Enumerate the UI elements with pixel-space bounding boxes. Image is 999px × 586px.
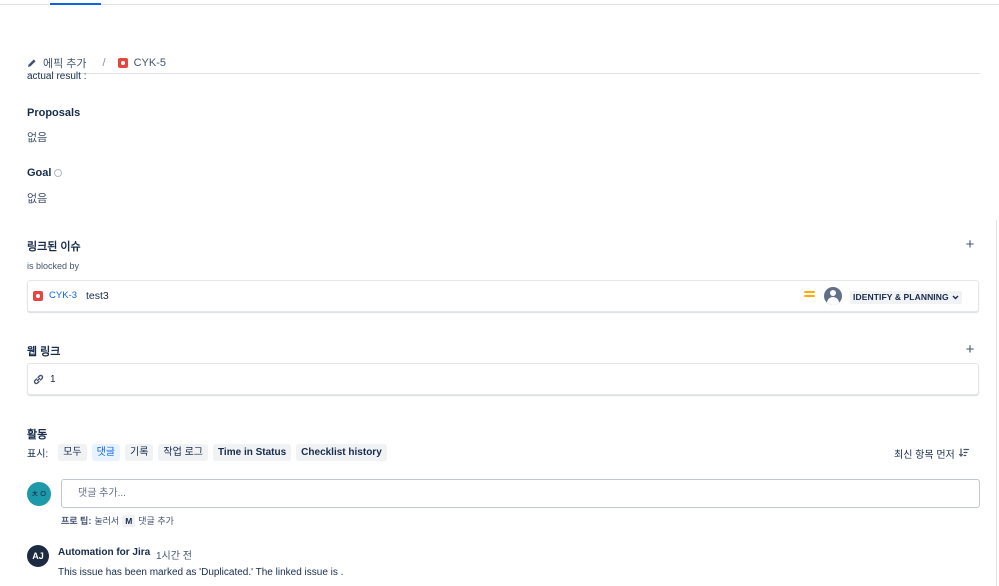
- web-links-title: 웹 링크: [27, 346, 61, 358]
- automation-avatar[interactable]: AJ: [27, 545, 49, 567]
- proposals-value[interactable]: 없음: [27, 129, 47, 145]
- filter-history[interactable]: 기록: [125, 444, 154, 461]
- link-icon: [33, 374, 44, 388]
- filter-checklist-history[interactable]: Checklist history: [296, 444, 387, 461]
- breadcrumb-separator: /: [102, 57, 106, 69]
- description-text: actual result :: [27, 71, 87, 82]
- add-web-link-button[interactable]: +: [963, 342, 977, 357]
- unassigned-avatar-icon[interactable]: [824, 287, 842, 305]
- current-user-avatar[interactable]: ㅊㅇ: [27, 482, 51, 506]
- goal-value[interactable]: 없음: [27, 190, 47, 206]
- comment-author[interactable]: Automation for Jira: [58, 547, 150, 558]
- sort-order-button[interactable]: 최신 항목 먼저: [894, 446, 969, 461]
- filter-comments[interactable]: 댓글: [91, 444, 120, 461]
- web-link-count: 1: [50, 374, 56, 385]
- linked-issue-row[interactable]: CYK-3 test3 IDENTIFY & PLANNING: [27, 280, 979, 312]
- chevron-down-icon: [952, 291, 959, 304]
- pro-tip: 프로 팁: 눌러서 M 댓글 추가: [61, 514, 174, 527]
- linked-issues-title: 링크된 이슈: [27, 241, 81, 253]
- top-divider: [0, 4, 999, 5]
- web-links-row[interactable]: 1: [27, 363, 979, 395]
- filter-worklog[interactable]: 작업 로그: [158, 444, 208, 461]
- activity-filters: 표시: 모두 댓글 기록 작업 로그 Time in Status Checkl…: [27, 444, 387, 461]
- issue-key-link[interactable]: CYK-5: [134, 57, 166, 69]
- sort-descending-icon: [958, 447, 969, 460]
- status-label: IDENTIFY & PLANNING: [853, 292, 949, 302]
- add-epic-link[interactable]: 에픽 추가: [43, 55, 87, 71]
- info-icon[interactable]: [54, 169, 63, 177]
- goal-label-row: Goal: [27, 167, 63, 179]
- bug-icon: [117, 58, 128, 68]
- shortcut-key: M: [122, 514, 136, 527]
- comment-input[interactable]: [61, 479, 980, 508]
- show-label: 표시:: [27, 449, 49, 460]
- comment-body: This issue has been marked as 'Duplicate…: [58, 567, 344, 578]
- pro-tip-prefix: 프로 팁:: [61, 516, 92, 526]
- comment-timestamp[interactable]: 1시간 전: [156, 547, 192, 562]
- pencil-icon: [27, 58, 37, 68]
- bug-icon: [33, 291, 43, 301]
- link-relation-label: is blocked by: [27, 261, 80, 271]
- active-tab-indicator: [50, 3, 101, 5]
- priority-medium-icon: [804, 291, 815, 299]
- panel-divider: [996, 220, 997, 586]
- activity-title: 활동: [27, 429, 48, 441]
- goal-label: Goal: [27, 167, 52, 179]
- breadcrumb: 에픽 추가 / CYK-5: [27, 56, 166, 70]
- pro-tip-press: 눌러서: [94, 516, 120, 526]
- filter-all[interactable]: 모두: [58, 444, 87, 461]
- breadcrumb-divider: [27, 73, 980, 74]
- add-linked-issue-button[interactable]: +: [963, 237, 977, 252]
- pro-tip-suffix: 댓글 추가: [138, 516, 174, 526]
- linked-issue-key[interactable]: CYK-3: [49, 290, 77, 301]
- sort-label: 최신 항목 먼저: [894, 450, 955, 461]
- proposals-label: Proposals: [27, 107, 81, 119]
- filter-time-in-status[interactable]: Time in Status: [213, 444, 292, 461]
- linked-issue-summary[interactable]: test3: [86, 290, 109, 302]
- status-dropdown[interactable]: IDENTIFY & PLANNING: [850, 291, 963, 304]
